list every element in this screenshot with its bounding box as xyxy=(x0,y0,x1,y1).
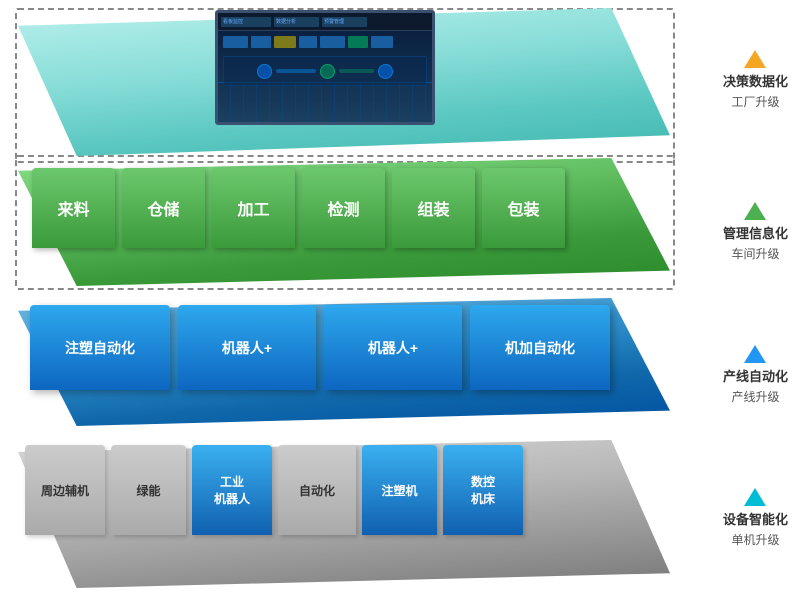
monitor-screen-body xyxy=(218,31,432,122)
monitor: 看板监控 数据分析 预警管理 xyxy=(215,10,435,125)
label-main-2: 管理信息化 xyxy=(723,223,788,242)
card-green-1: 来料 xyxy=(32,168,115,248)
card-blue-1: 注塑自动化 xyxy=(30,305,170,390)
arrow-orange xyxy=(744,50,766,68)
label-main-4: 设备智能化 xyxy=(723,509,788,528)
card-blue-2: 机器人+ xyxy=(178,305,316,390)
label-main-3: 产线自动化 xyxy=(723,366,788,385)
arrow-blue xyxy=(744,345,766,363)
card-blue-3: 机器人+ xyxy=(324,305,462,390)
label-layer4: 设备智能化 单机升级 xyxy=(723,488,788,548)
card-equip-4: 自动化 xyxy=(278,445,356,535)
monitor-top-bar: 看板监控 数据分析 预警管理 xyxy=(218,13,432,31)
green-cards-row: 来料 仓储 加工 检测 组装 包装 xyxy=(32,168,565,248)
label-main-1: 决策数据化 xyxy=(723,71,788,90)
card-green-5: 组装 xyxy=(392,168,475,248)
card-green-2: 仓储 xyxy=(122,168,205,248)
label-sub-1: 工厂升级 xyxy=(731,93,779,110)
card-green-6: 包装 xyxy=(482,168,565,248)
label-layer2: 管理信息化 车间升级 xyxy=(723,202,788,262)
monitor-bar-3: 预警管理 xyxy=(322,17,367,27)
monitor-bar-1: 看板监控 xyxy=(221,17,271,27)
label-sub-3: 产线升级 xyxy=(731,388,779,405)
card-equip-3: 工业机器人 xyxy=(192,445,272,535)
label-layer3: 产线自动化 产线升级 xyxy=(723,345,788,405)
arrow-cyan xyxy=(744,488,766,506)
arrow-green-dark xyxy=(744,202,766,220)
card-blue-4: 机加自动化 xyxy=(470,305,610,390)
card-green-4: 检测 xyxy=(302,168,385,248)
card-green-3: 加工 xyxy=(212,168,295,248)
gray-cards-row: 周边辅机 绿能 工业机器人 自动化 注塑机 数控机床 xyxy=(25,445,523,535)
card-equip-5: 注塑机 xyxy=(362,445,437,535)
label-sub-4: 单机升级 xyxy=(731,531,779,548)
card-equip-1: 周边辅机 xyxy=(25,445,105,535)
label-layer1: 决策数据化 工厂升级 xyxy=(723,50,788,110)
blue-cards-row: 注塑自动化 机器人+ 机器人+ 机加自动化 xyxy=(30,305,610,390)
card-equip-6: 数控机床 xyxy=(443,445,523,535)
monitor-bar-2: 数据分析 xyxy=(274,17,319,27)
label-sub-2: 车间升级 xyxy=(731,245,779,262)
main-diagram: 看板监控 数据分析 预警管理 xyxy=(0,0,800,608)
card-equip-2: 绿能 xyxy=(111,445,186,535)
